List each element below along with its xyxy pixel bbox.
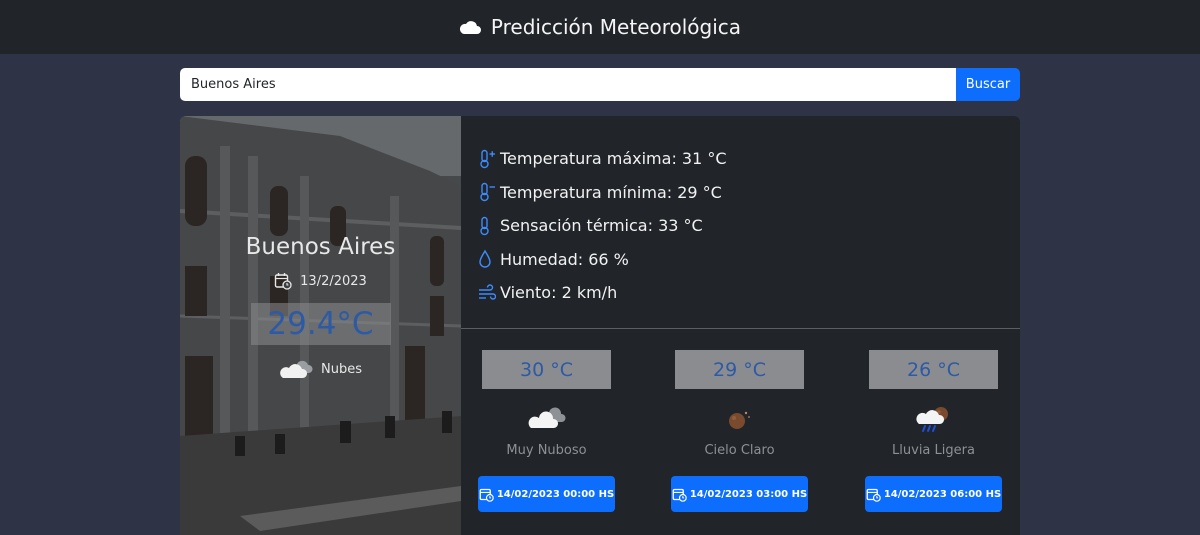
search-button[interactable]: Buscar xyxy=(956,68,1020,101)
city-photo: Buenos Aires 13/2/2023 29.4°C Nubes xyxy=(180,116,461,535)
detail-wind: Viento: 2 km/h xyxy=(478,276,1020,310)
detail-min-temp: Temperatura mínima: 29 °C xyxy=(478,176,1020,210)
detail-feels-like: Sensación térmica: 33 °C xyxy=(478,209,1020,243)
weather-details: Temperatura máxima: 31 °C Temperatura mí… xyxy=(461,116,1020,328)
clear-night-icon xyxy=(726,405,754,433)
droplet-icon xyxy=(479,249,491,268)
min-temp-text: Temperatura mínima: 29 °C xyxy=(500,182,722,202)
forecast-description: Muy Nuboso xyxy=(506,443,587,458)
forecast-description: Lluvia Ligera xyxy=(892,443,975,458)
calendar-clock-icon xyxy=(866,488,881,502)
clouds-icon xyxy=(280,360,313,378)
forecast-temp: 26 °C xyxy=(869,350,998,389)
forecast-datetime: 14/02/2023 00:00 HS xyxy=(496,488,615,500)
cloud-icon xyxy=(459,21,481,34)
light-rain-icon xyxy=(915,405,952,433)
forecast-item: 29 °C Cielo Claro 14/02/2023 03:00 HS xyxy=(671,350,808,512)
detail-max-temp: Temperatura máxima: 31 °C xyxy=(478,142,1020,176)
condition-text: Nubes xyxy=(321,361,362,377)
thermometer-plus-icon xyxy=(480,149,495,168)
wind-icon xyxy=(479,284,496,300)
thermometer-icon xyxy=(480,216,489,235)
current-temperature: 29.4°C xyxy=(250,303,391,345)
current-date: 13/2/2023 xyxy=(274,272,367,290)
top-navbar: Predicción Meteorológica xyxy=(0,0,1200,54)
thermometer-minus-icon xyxy=(480,183,495,202)
forecast-item: 30 °C Muy Nuboso 14/02/2023 00:00 HS xyxy=(478,350,615,512)
forecast-datetime-button[interactable]: 14/02/2023 03:00 HS xyxy=(671,476,808,512)
current-condition: Nubes xyxy=(279,359,362,379)
max-temp-text: Temperatura máxima: 31 °C xyxy=(500,149,727,169)
city-search-input[interactable] xyxy=(180,68,956,101)
forecast-datetime-button[interactable]: 14/02/2023 00:00 HS xyxy=(478,476,615,512)
current-weather: Buenos Aires 13/2/2023 29.4°C Nubes xyxy=(180,116,461,535)
city-name: Buenos Aires xyxy=(245,234,396,260)
forecast-datetime-button[interactable]: 14/02/2023 06:00 HS xyxy=(865,476,1002,512)
date-text: 13/2/2023 xyxy=(300,273,367,289)
forecast-datetime: 14/02/2023 03:00 HS xyxy=(689,488,808,500)
humidity-text: Humedad: 66 % xyxy=(500,249,629,269)
forecast-temp: 29 °C xyxy=(675,350,804,389)
app-title: Predicción Meteorológica xyxy=(490,15,742,39)
forecast-description: Cielo Claro xyxy=(704,443,775,458)
search-bar: Buscar xyxy=(180,68,1020,101)
weather-card: Buenos Aires 13/2/2023 29.4°C Nubes Temp… xyxy=(180,116,1020,535)
calendar-clock-icon xyxy=(672,488,687,502)
temperature-value: 29.4°C xyxy=(267,306,374,342)
forecast-item: 26 °C Lluvia Ligera 14/02/2023 06:00 HS xyxy=(865,350,1002,512)
detail-humidity: Humedad: 66 % xyxy=(478,243,1020,277)
broken-clouds-icon xyxy=(528,405,566,433)
calendar-clock-icon xyxy=(274,273,292,290)
wind-text: Viento: 2 km/h xyxy=(500,283,618,303)
feels-like-text: Sensación térmica: 33 °C xyxy=(500,216,703,236)
forecast-list: 30 °C Muy Nuboso 14/02/2023 00:00 HS 29 xyxy=(461,350,1020,535)
forecast-temp: 30 °C xyxy=(482,350,611,389)
section-divider xyxy=(461,328,1020,329)
forecast-datetime: 14/02/2023 06:00 HS xyxy=(883,488,1002,500)
calendar-clock-icon xyxy=(479,488,494,502)
